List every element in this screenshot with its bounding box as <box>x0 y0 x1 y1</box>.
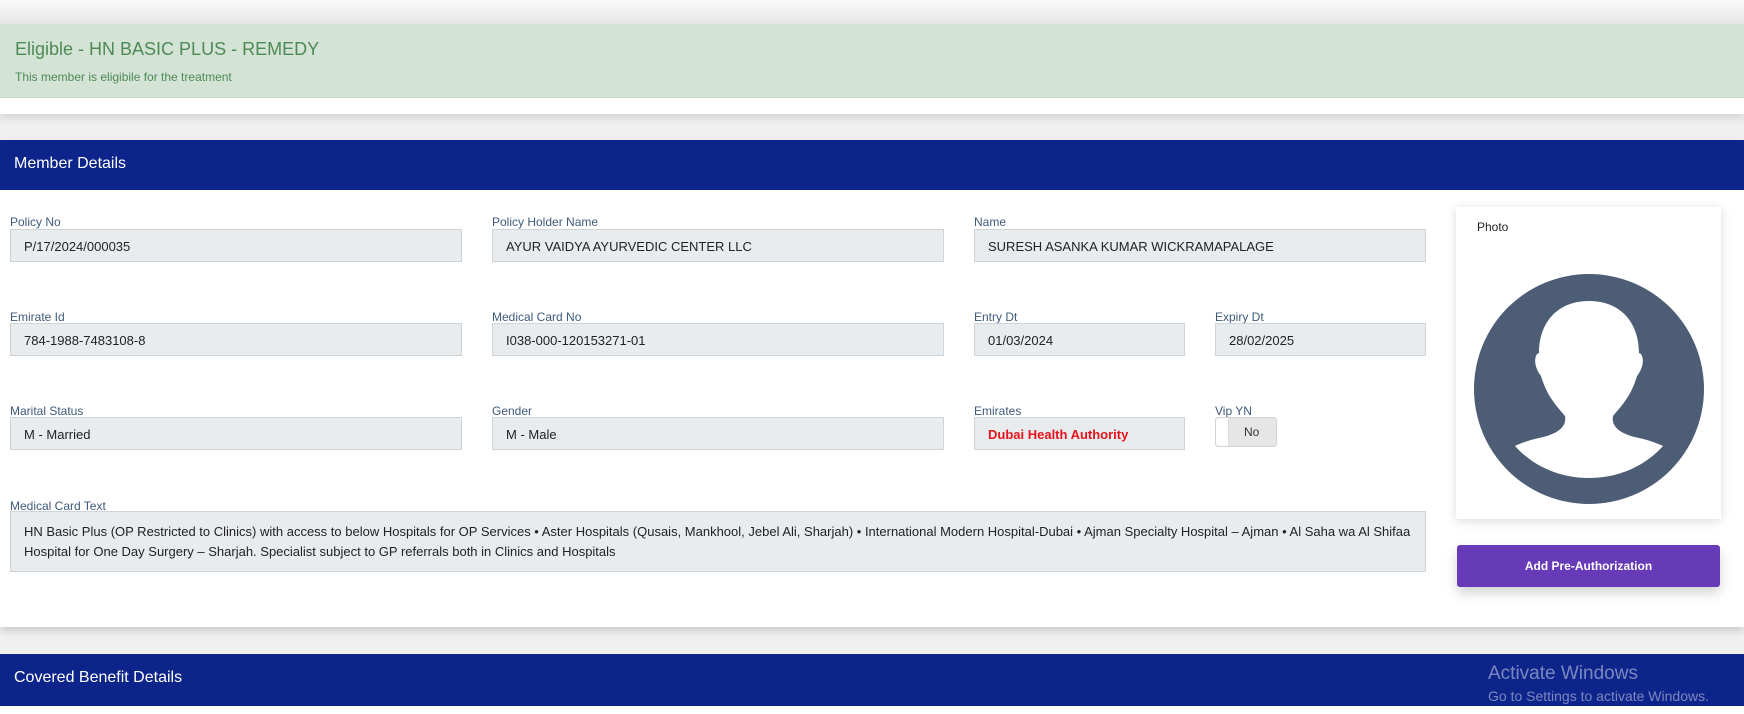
add-pre-authorization-button[interactable]: Add Pre-Authorization <box>1457 545 1720 587</box>
eligibility-title: Eligible - HN BASIC PLUS - REMEDY <box>15 39 320 59</box>
policy-no-field[interactable]: P/17/2024/000035 <box>10 229 462 262</box>
emirate-id-field[interactable]: 784-1988-7483108-8 <box>10 323 462 356</box>
toggle-knob <box>1216 418 1229 446</box>
activate-windows-subtext: Go to Settings to activate Windows. <box>1488 688 1709 704</box>
bottom-strip <box>0 706 1744 714</box>
entry-dt-field[interactable]: 01/03/2024 <box>974 323 1185 356</box>
emirate-id-label: Emirate Id <box>10 310 65 324</box>
medical-card-text-area[interactable]: HN Basic Plus (OP Restricted to Clinics)… <box>10 511 1426 572</box>
policy-no-label: Policy No <box>10 215 61 229</box>
activate-windows-watermark: Activate Windows <box>1488 663 1638 684</box>
eligibility-message: This member is eligibile for the treatme… <box>15 70 232 84</box>
member-details-header: Member Details <box>0 140 1744 190</box>
emirates-label: Emirates <box>974 404 1022 418</box>
vip-label: Vip YN <box>1215 404 1252 418</box>
gender-label: Gender <box>492 404 533 418</box>
emirates-field[interactable]: Dubai Health Authority <box>974 417 1185 450</box>
entry-dt-label: Entry Dt <box>974 310 1018 324</box>
covered-benefits-header: Covered Benefit Details <box>0 654 1744 706</box>
gender-field[interactable]: M - Male <box>492 417 944 450</box>
vip-toggle[interactable]: No <box>1215 417 1277 447</box>
name-field[interactable]: SURESH ASANKA KUMAR WICKRAMAPALAGE <box>974 229 1426 262</box>
top-shade <box>0 0 1744 24</box>
policy-holder-label: Policy Holder Name <box>492 215 599 229</box>
photo-label: Photo <box>1477 220 1509 234</box>
eligibility-alert: Eligible - HN BASIC PLUS - REMEDY This m… <box>0 24 1744 98</box>
expiry-dt-field[interactable]: 28/02/2025 <box>1215 323 1426 356</box>
eligibility-panel: Eligible - HN BASIC PLUS - REMEDY This m… <box>0 24 1744 114</box>
medical-card-no-field[interactable]: I038-000-120153271-01 <box>492 323 944 356</box>
medical-card-no-label: Medical Card No <box>492 310 582 324</box>
policy-holder-field[interactable]: AYUR VAIDYA AYURVEDIC CENTER LLC <box>492 229 944 262</box>
marital-status-field[interactable]: M - Married <box>10 417 462 450</box>
photo-card: Photo <box>1456 207 1721 519</box>
name-label: Name <box>974 215 1007 229</box>
marital-status-label: Marital Status <box>10 404 84 418</box>
vip-value: No <box>1244 425 1260 439</box>
expiry-dt-label: Expiry Dt <box>1215 310 1264 324</box>
avatar-placeholder-icon <box>1474 274 1704 504</box>
member-details-card: Member Details Policy No P/17/2024/00003… <box>0 140 1744 627</box>
